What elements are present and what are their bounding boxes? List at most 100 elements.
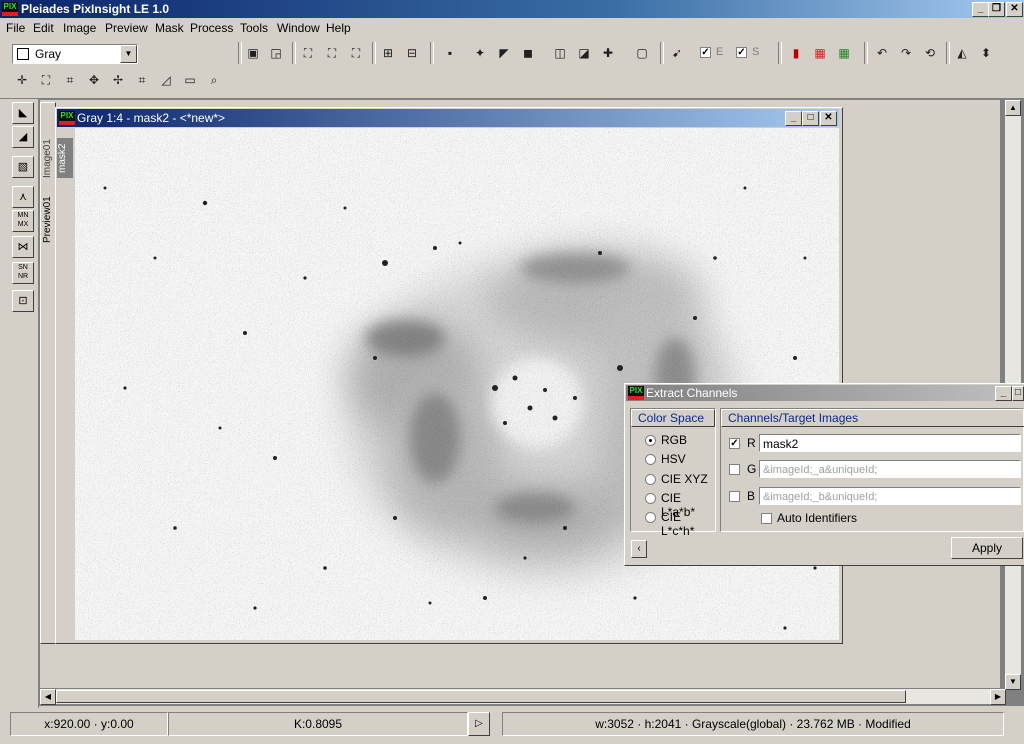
zoom-out-icon[interactable]: ⊟ xyxy=(402,43,422,63)
image-window-title-bar[interactable]: PIX Gray 1:4 - mask2 - <*new*> _ □ ✕ xyxy=(57,109,839,127)
menu-preview[interactable]: Preview xyxy=(105,21,148,35)
snr-tool-icon[interactable]: SN NR xyxy=(12,262,34,284)
zoom-tool-icon[interactable]: ⛶ xyxy=(36,70,56,90)
tab-preview01[interactable]: Preview01 xyxy=(42,190,54,250)
process-icon[interactable]: ➹ xyxy=(667,43,687,63)
fit-window-icon[interactable]: ▣ xyxy=(243,43,263,63)
color-space-header: Color Space xyxy=(631,409,715,427)
image-close-button[interactable]: ✕ xyxy=(820,111,837,126)
pan-tool-icon[interactable]: ✥ xyxy=(84,70,104,90)
menu-tools[interactable]: Tools xyxy=(240,21,268,35)
remove-mask-icon[interactable]: ◼ xyxy=(518,43,538,63)
left-toolbar: ◣ ◢ ▧ ⋏ MN MX ⋈ SN NR ⊡ xyxy=(0,98,39,708)
stf-tool-icon[interactable]: ⋏ xyxy=(12,186,34,208)
radio-rgb-label: RGB xyxy=(661,433,688,447)
curves-tool-icon[interactable]: ◢ xyxy=(12,126,34,148)
histogram-icon[interactable]: ▮ xyxy=(786,43,806,63)
behind-window-frame xyxy=(40,102,56,644)
center-tool-icon[interactable]: ✢ xyxy=(108,70,128,90)
horizontal-scroll-thumb[interactable] xyxy=(56,690,906,703)
invert-mask-icon[interactable]: ✚ xyxy=(598,43,618,63)
scroll-up-icon[interactable]: ▲ xyxy=(1005,100,1021,116)
new-mask-icon[interactable]: ✦ xyxy=(470,43,490,63)
image-maximize-button[interactable]: □ xyxy=(802,111,819,126)
channel-b-target-input[interactable]: &imageId;_b&uniqueId; xyxy=(759,487,1021,505)
collapse-button[interactable]: ‹ xyxy=(631,540,647,558)
channel-r-icon[interactable]: ▦ xyxy=(810,43,830,63)
radio-cie-xyz[interactable] xyxy=(645,474,656,485)
channel-g-checkbox[interactable] xyxy=(729,464,740,475)
scroll-right-icon[interactable]: ▶ xyxy=(990,689,1006,705)
channel-r-target-input[interactable]: mask2 xyxy=(759,434,1021,452)
radio-cie-lch-label: CIE L*c*h* xyxy=(661,510,695,538)
zoom-window-icon[interactable]: ◲ xyxy=(266,43,286,63)
channel-rgb-icon[interactable]: ▦ xyxy=(834,43,854,63)
close-button[interactable]: ✕ xyxy=(1006,2,1023,17)
play-icon[interactable]: ▷ xyxy=(468,712,490,736)
mnmx-tool-icon[interactable]: MN MX xyxy=(12,210,34,232)
e-checkbox[interactable]: ✓ xyxy=(700,47,711,58)
menu-edit[interactable]: Edit xyxy=(33,21,54,35)
radio-cie-lch[interactable] xyxy=(645,512,656,523)
menu-mask[interactable]: Mask xyxy=(155,21,184,35)
auto-identifiers-checkbox[interactable] xyxy=(761,513,772,524)
menu-window[interactable]: Window xyxy=(277,21,320,35)
scroll-down-icon[interactable]: ▼ xyxy=(1005,674,1021,690)
channel-g-target-input[interactable]: &imageId;_a&uniqueId; xyxy=(759,460,1021,478)
readout-tool-icon[interactable]: ⌗ xyxy=(60,70,80,90)
tab-mask2[interactable]: mask2 xyxy=(57,138,73,178)
menu-image[interactable]: Image xyxy=(63,21,96,35)
radio-hsv[interactable] xyxy=(645,454,656,465)
colorspace-combo[interactable]: Gray ▼ xyxy=(12,44,138,64)
image-minimize-button[interactable]: _ xyxy=(785,111,802,126)
apply-button[interactable]: Apply xyxy=(951,537,1023,559)
mask-icon[interactable]: ▪ xyxy=(440,43,460,63)
show-mask-icon[interactable]: ◪ xyxy=(574,43,594,63)
s-checkbox[interactable]: ✓ xyxy=(736,47,747,58)
mirror-vertical-icon[interactable]: ⬍ xyxy=(976,43,996,63)
status-k-value: K:0.8095 xyxy=(168,712,468,736)
scroll-left-icon[interactable]: ◀ xyxy=(40,689,56,705)
histogram-tool-icon[interactable]: ◣ xyxy=(12,102,34,124)
menu-process[interactable]: Process xyxy=(190,21,233,35)
dialog-maximize-button[interactable]: □ xyxy=(1012,386,1024,401)
channels-group: Channels/Target Images ✓ R mask2 G &imag… xyxy=(720,408,1024,532)
restore-button[interactable]: ❐ xyxy=(988,2,1005,17)
chevron-down-icon[interactable]: ▼ xyxy=(120,45,137,63)
radio-cie-lab[interactable] xyxy=(645,493,656,504)
zoom-in-icon[interactable]: ⊞ xyxy=(378,43,398,63)
levels-tool-icon[interactable]: ▧ xyxy=(12,156,34,178)
dialog-title-bar[interactable]: PIX Extract Channels _ □ xyxy=(626,385,1024,401)
crop-tool-icon[interactable]: ⌗ xyxy=(132,70,152,90)
menu-help[interactable]: Help xyxy=(326,21,351,35)
channel-r-checkbox[interactable]: ✓ xyxy=(729,438,740,449)
mirror-horizontal-icon[interactable]: ◭ xyxy=(952,43,972,63)
select-mask-icon[interactable]: ◤ xyxy=(494,43,514,63)
app-title: Pleiades PixInsight LE 1.0 xyxy=(21,2,170,16)
auto-identifiers-label: Auto Identifiers xyxy=(777,511,858,525)
toolbar-separator xyxy=(372,42,376,64)
menu-file[interactable]: File xyxy=(6,21,25,35)
preview-tool-icon[interactable]: ⌕ xyxy=(204,70,224,90)
zoom-1-4-icon[interactable]: ⛶ xyxy=(346,43,366,63)
reset-icon[interactable]: ⟲ xyxy=(920,43,940,63)
crosshair-icon[interactable]: ✛ xyxy=(12,70,32,90)
zoom-1-2-icon[interactable]: ⛶ xyxy=(322,43,342,63)
atrous-tool-icon[interactable]: ⋈ xyxy=(12,236,34,258)
radio-rgb[interactable] xyxy=(645,435,656,446)
channel-b-checkbox[interactable] xyxy=(729,491,740,502)
minimize-button[interactable]: _ xyxy=(972,2,989,17)
redo-icon[interactable]: ↷ xyxy=(896,43,916,63)
horizontal-scrollbar[interactable]: ◀ ▶ xyxy=(40,689,1006,705)
dynamic-crop-icon[interactable]: ◿ xyxy=(156,70,176,90)
enable-mask-icon[interactable]: ◫ xyxy=(550,43,570,63)
tab-image01[interactable]: Image01 xyxy=(42,135,54,183)
new-document-icon[interactable]: ▭ xyxy=(180,70,200,90)
channel-b-label: B xyxy=(747,489,756,503)
dialog-minimize-button[interactable]: _ xyxy=(995,386,1012,401)
pixelmath-tool-icon[interactable]: ⊡ xyxy=(12,290,34,312)
toolbar-separator xyxy=(864,42,868,64)
real-time-preview-icon[interactable]: ▢ xyxy=(632,43,652,63)
undo-icon[interactable]: ↶ xyxy=(872,43,892,63)
zoom-1-1-icon[interactable]: ⛶ xyxy=(298,43,318,63)
